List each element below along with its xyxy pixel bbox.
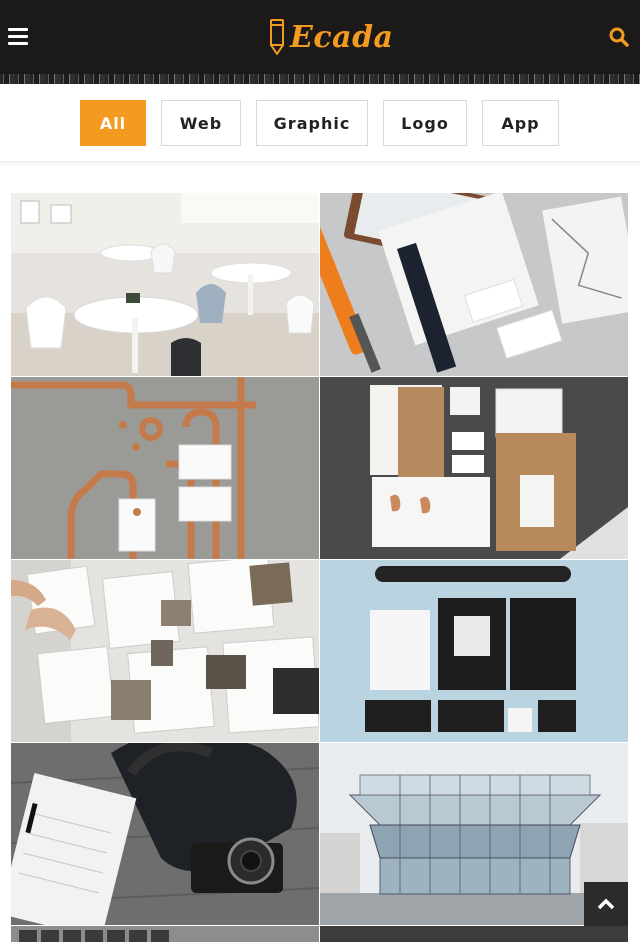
pencil-icon <box>270 19 284 55</box>
portfolio-item-notebook-camera[interactable] <box>11 743 319 925</box>
search-icon[interactable] <box>608 26 630 48</box>
portfolio-filter-bar: All Web Graphic Logo App <box>0 84 640 162</box>
portfolio-item-glass-building[interactable] <box>320 743 628 925</box>
corporate-identity-image <box>320 560 628 742</box>
notebook-camera-image <box>11 743 319 925</box>
cafe-image <box>11 193 319 376</box>
site-logo[interactable]: Ecada <box>268 14 394 60</box>
site-header: Ecada <box>0 0 640 84</box>
portfolio-item-copper-pipes[interactable] <box>11 377 319 559</box>
back-to-top-button[interactable] <box>584 882 628 926</box>
filter-all-button[interactable]: All <box>80 100 146 146</box>
photo-prints-image <box>11 560 319 742</box>
portfolio-item-keyboard[interactable] <box>11 926 319 942</box>
stationery-pen-image <box>320 193 628 376</box>
portfolio-item-stationery-pen[interactable] <box>320 193 628 376</box>
copper-pipes-image <box>11 377 319 559</box>
filter-web-button[interactable]: Web <box>161 100 241 146</box>
workspace-image <box>320 926 628 942</box>
portfolio-item-kraft-stationery[interactable] <box>320 377 628 559</box>
keyboard-image <box>11 926 319 942</box>
chevron-up-icon <box>597 898 615 910</box>
portfolio-item-corporate-identity[interactable] <box>320 560 628 742</box>
filter-app-button[interactable]: App <box>482 100 559 146</box>
filter-logo-button[interactable]: Logo <box>383 100 467 146</box>
glass-building-image <box>320 743 628 925</box>
kraft-stationery-image <box>320 377 628 559</box>
filter-graphic-button[interactable]: Graphic <box>256 100 368 146</box>
hamburger-menu-icon[interactable] <box>8 24 32 48</box>
logo-text: Ecada <box>290 19 394 55</box>
portfolio-item-photo-prints[interactable] <box>11 560 319 742</box>
portfolio-item-cafe[interactable] <box>11 193 319 376</box>
portfolio-item-workspace[interactable] <box>320 926 628 942</box>
header-texture <box>0 74 640 84</box>
